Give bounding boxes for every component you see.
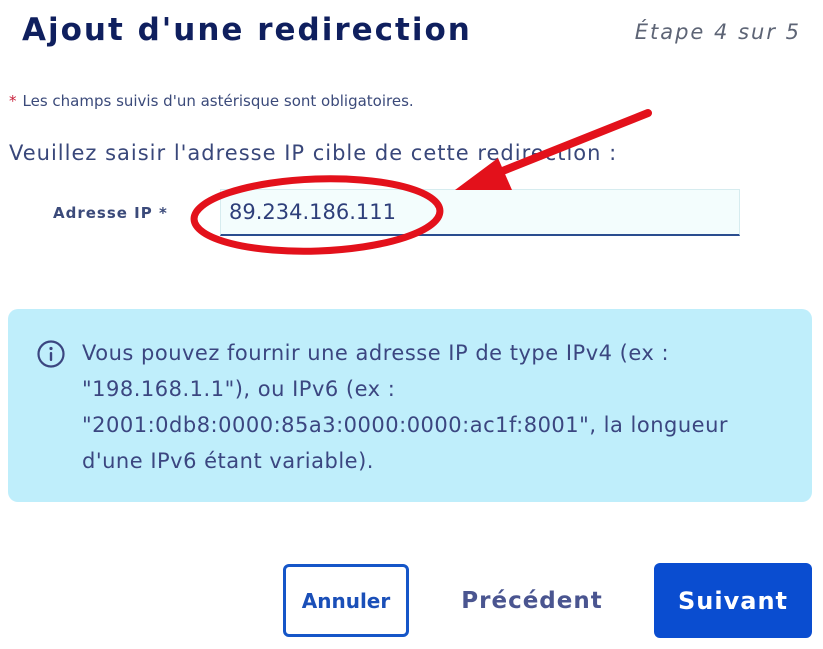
page-title: Ajout d'une redirection — [22, 12, 472, 48]
required-note-text: Les champs suivis d'un astérisque sont o… — [22, 92, 414, 110]
cancel-button[interactable]: Annuler — [283, 564, 409, 637]
info-text: Vous pouvez fournir une adresse IP de ty… — [82, 341, 729, 473]
ip-address-label: Adresse IP * — [53, 204, 168, 222]
required-fields-note: * Les champs suivis d'un astérisque sont … — [9, 92, 414, 110]
ip-prompt: Veuillez saisir l'adresse IP cible de ce… — [9, 141, 618, 165]
info-box: Vous pouvez fournir une adresse IP de ty… — [8, 309, 812, 502]
step-indicator: Étape 4 sur 5 — [634, 20, 801, 44]
next-button[interactable]: Suivant — [654, 563, 812, 638]
required-asterisk: * — [9, 92, 17, 110]
previous-button[interactable]: Précédent — [440, 564, 624, 637]
ip-address-input[interactable] — [220, 189, 740, 236]
info-circle-icon — [37, 340, 65, 368]
